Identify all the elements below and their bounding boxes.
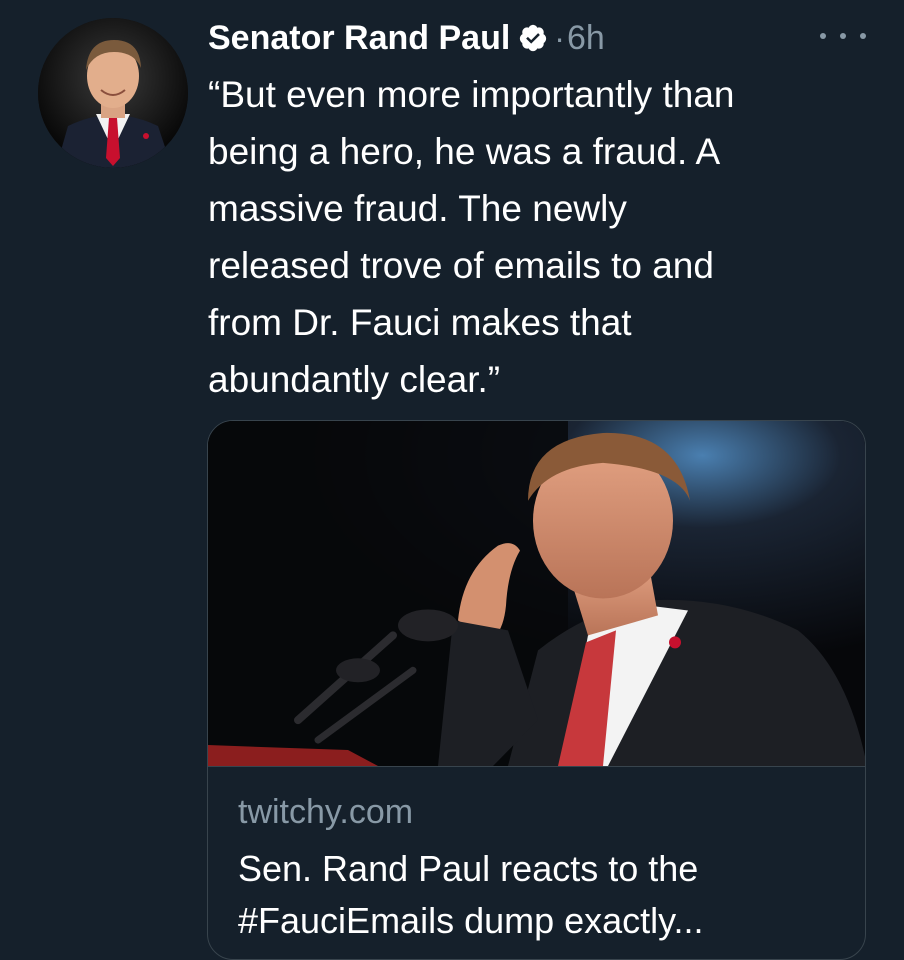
tweet-text-line: abundantly clear.” [208,359,501,400]
tweet-header: Senator Rand Paul · 6h [208,14,605,62]
author-avatar[interactable] [38,18,188,168]
tweet-text-line: from Dr. Fauci makes that [208,302,632,343]
card-title: Sen. Rand Paul reacts to the #FauciEmail… [238,843,848,947]
tweet[interactable]: Senator Rand Paul · 6h “But even more im… [0,0,904,960]
tweet-text-line: “But even more importantly than [208,74,735,115]
card-image[interactable] [208,421,865,767]
card-title-line: #FauciEmails dump exactly... [238,900,704,941]
tweet-text-line: massive fraud. The newly [208,188,627,229]
tweet-text-line: released trove of emails to and [208,245,714,286]
tweet-timestamp[interactable]: 6h [567,19,605,58]
card-title-line: Sen. Rand Paul reacts to the [238,848,699,889]
header-separator: · [554,19,565,56]
more-horizontal-icon [820,33,826,39]
more-options-button[interactable] [820,24,866,48]
link-preview-card[interactable]: twitchy.com Sen. Rand Paul reacts to the… [207,420,866,960]
card-photo-icon [208,421,865,766]
card-domain: twitchy.com [238,793,414,831]
author-display-name[interactable]: Senator Rand Paul [208,19,510,58]
tweet-text: “But even more importantly than being a … [208,66,878,408]
verified-badge-icon [518,23,548,53]
more-horizontal-icon-dot [860,33,866,39]
profile-photo-icon [38,18,188,168]
tweet-text-line: being a hero, he was a fraud. A [208,131,721,172]
more-horizontal-icon-dot [840,33,846,39]
